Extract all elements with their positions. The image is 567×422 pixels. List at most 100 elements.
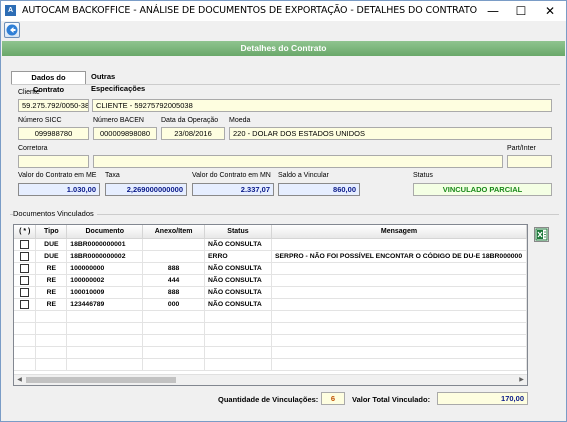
row-checkbox[interactable] [20,263,30,273]
valor-mn-field[interactable]: 2.337,07 [192,183,274,196]
row-select-cell[interactable] [14,250,37,263]
table-header-row: ( * ) Tipo Documento Anexo/Item Status M… [14,225,527,239]
anexo-cell: 888 [142,262,206,275]
numero-bacen-label: Número BACEN [93,117,144,124]
col-documento-header[interactable]: Documento [66,225,144,239]
scrollbar-thumb[interactable] [26,377,176,383]
maximize-button[interactable]: ☐ [507,1,535,21]
empty-row [14,346,527,359]
moeda-field[interactable]: 220 - DOLAR DOS ESTADOS UNIDOS [229,127,552,140]
saldo-field[interactable]: 860,00 [278,183,360,196]
documentos-group-title: Documentos Vinculados [13,209,97,218]
documento-cell: 123446789 [66,298,144,311]
status-cell: NÃO CONSULTA [204,238,272,251]
documento-cell: 100010009 [66,286,144,299]
documento-cell: 100000000 [66,262,144,275]
title-bar: A AUTOCAM BACKOFFICE - ANÁLISE DE DOCUME… [1,1,566,21]
valor-total-label: Valor Total Vinculado: [352,395,431,404]
anexo-cell [142,250,206,263]
export-excel-button[interactable] [534,227,549,242]
scroll-right-icon[interactable]: ▶ [516,375,527,385]
data-operacao-label: Data da Operação [161,117,219,124]
quantidade-field[interactable]: 6 [321,392,345,405]
cliente-cnpj-field[interactable]: 59.275.792/0050-38 [18,99,89,112]
table-row[interactable]: RE 100010009 888 NÃO CONSULTA [14,286,527,299]
tipo-cell: RE [35,286,68,299]
anexo-cell: 000 [142,298,206,311]
row-checkbox[interactable] [20,239,30,249]
back-button[interactable] [4,22,20,38]
table-row[interactable]: RE 123446789 000 NÃO CONSULTA [14,298,527,311]
row-checkbox[interactable] [20,275,30,285]
valor-total-field[interactable]: 170,00 [437,392,528,405]
status-field[interactable]: VINCULADO PARCIAL [413,183,552,196]
tipo-cell: RE [35,274,68,287]
col-anexo-header[interactable]: Anexo/Item [142,225,206,239]
tipo-cell: DUE [35,238,68,251]
valor-mn-label: Valor do Contrato em MN [192,172,271,179]
mensagem-cell [271,298,527,311]
mensagem-cell [271,262,527,275]
close-button[interactable]: ✕ [536,1,564,21]
status-cell: NÃO CONSULTA [204,262,272,275]
numero-sicc-field[interactable]: 099988780 [18,127,89,140]
status-cell: NÃO CONSULTA [204,298,272,311]
taxa-label: Taxa [105,172,120,179]
anexo-cell: 888 [142,286,206,299]
row-select-cell[interactable] [14,238,37,251]
corretora-nome-field[interactable] [93,155,503,168]
valor-me-label: Valor do Contrato em ME [18,172,97,179]
documentos-table: ( * ) Tipo Documento Anexo/Item Status M… [14,225,527,371]
taxa-field[interactable]: 2,269000000000 [105,183,187,196]
documento-cell: 100000002 [66,274,144,287]
col-tipo-header[interactable]: Tipo [35,225,68,239]
table-row[interactable]: RE 100000000 888 NÃO CONSULTA [14,262,527,275]
app-icon: A [5,5,16,16]
col-mensagem-header[interactable]: Mensagem [271,225,527,239]
app-window: A AUTOCAM BACKOFFICE - ANÁLISE DE DOCUME… [0,0,567,422]
status-cell: NÃO CONSULTA [204,286,272,299]
row-select-cell[interactable] [14,298,37,311]
cliente-nome-field[interactable]: CLIENTE - 59275792005038 [92,99,552,112]
table-row[interactable]: DUE 18BR0000000002 ERRO SERPRO - NÃO FOI… [14,250,527,263]
row-select-cell[interactable] [14,262,37,275]
toolbar [1,21,566,40]
page-header: Detalhes do Contrato [2,41,565,56]
empty-row [14,322,527,335]
documento-cell: 18BR0000000001 [66,238,144,251]
part-inter-field[interactable] [507,155,552,168]
scroll-left-icon[interactable]: ◀ [14,375,25,385]
documento-cell: 18BR0000000002 [66,250,144,263]
tab-outras-especificacoes[interactable]: Outras Especificações [88,71,174,93]
status-label: Status [413,172,433,179]
minimize-button[interactable]: — [479,1,507,21]
table-row[interactable]: RE 100000002 444 NÃO CONSULTA [14,274,527,287]
numero-sicc-label: Número SICC [18,117,62,124]
anexo-cell [142,238,206,251]
mensagem-cell [271,274,527,287]
back-arrow-icon [6,24,18,36]
col-status-header[interactable]: Status [204,225,272,239]
tab-dados-contrato[interactable]: Dados do Contrato [11,71,86,94]
saldo-label: Saldo a Vincular [278,172,329,179]
row-select-cell[interactable] [14,286,37,299]
table-row[interactable]: DUE 18BR0000000001 NÃO CONSULTA [14,238,527,251]
empty-row [14,310,527,323]
data-operacao-field[interactable]: 23/08/2016 [161,127,225,140]
row-select-cell[interactable] [14,274,37,287]
status-cell: ERRO [204,250,272,263]
row-checkbox[interactable] [20,299,30,309]
cliente-label: Cliente [18,89,40,96]
mensagem-cell [271,286,527,299]
empty-row [14,334,527,347]
quantidade-label: Quantidade de Vinculações: [218,395,319,404]
documentos-grid[interactable]: ( * ) Tipo Documento Anexo/Item Status M… [13,224,528,386]
col-select-header[interactable]: ( * ) [14,225,37,239]
corretora-codigo-field[interactable] [18,155,89,168]
horizontal-scrollbar[interactable]: ◀ ▶ [14,374,527,385]
row-checkbox[interactable] [20,287,30,297]
valor-me-field[interactable]: 1.030,00 [18,183,100,196]
row-checkbox[interactable] [20,251,30,261]
status-cell: NÃO CONSULTA [204,274,272,287]
numero-bacen-field[interactable]: 000009898080 [93,127,157,140]
